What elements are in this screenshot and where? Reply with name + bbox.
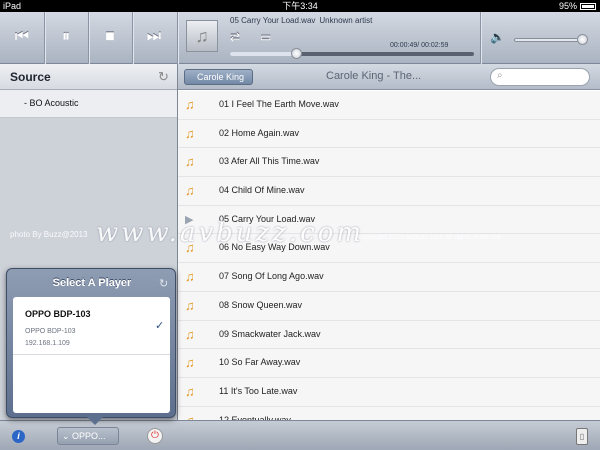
- back-button[interactable]: Carole King: [184, 69, 254, 85]
- source-item-bo-acoustic[interactable]: - BO Acoustic: [0, 90, 177, 118]
- source-header: Source ↻: [0, 64, 177, 90]
- clock: 下午3:34: [282, 1, 318, 11]
- battery-status: 95%: [559, 0, 596, 12]
- shuffle-icon[interactable]: ⇄: [230, 30, 240, 44]
- volume-knob[interactable]: [577, 34, 589, 45]
- popover-arrow: [87, 417, 103, 425]
- progress-knob[interactable]: [290, 48, 302, 59]
- track-row[interactable]: ♫ 10 So Far Away.wav: [178, 349, 600, 378]
- stop-icon[interactable]: ■: [99, 26, 121, 48]
- track-title: 07 Song Of Long Ago.wav: [219, 271, 324, 282]
- select-player-popover: Select A Player ↻ OPPO BDP-103 OPPO BDP-…: [6, 268, 176, 425]
- music-note-icon: ♫: [185, 383, 195, 399]
- track-row[interactable]: ♫ 02 Home Again.wav: [178, 119, 600, 149]
- now-playing-artist: Unknown artist: [319, 16, 373, 25]
- music-note-icon: ♫: [185, 97, 195, 112]
- repeat-icon[interactable]: ▭: [260, 30, 271, 44]
- speaker-icon: 🔉: [490, 30, 505, 44]
- track-title: 03 Afer All This Time.wav: [219, 156, 320, 167]
- now-playing-title: 05 Carry Your Load.wav: [230, 16, 316, 25]
- refresh-icon[interactable]: ↻: [159, 277, 168, 290]
- track-title: 06 No Easy Way Down.wav: [219, 242, 330, 253]
- player-name: OPPO BDP-103: [25, 309, 91, 319]
- source-item-label: - BO Acoustic: [24, 98, 79, 108]
- track-row[interactable]: ▶ 05 Carry Your Load.wav: [178, 205, 600, 235]
- track-title: 10 So Far Away.wav: [219, 357, 301, 368]
- search-input[interactable]: ⌕: [490, 68, 590, 86]
- skip-forward-icon[interactable]: ⏭: [143, 26, 165, 48]
- nav-bar: Carole King Carole King - The... ⌕: [178, 64, 600, 90]
- playback-toolbar: ⏮ ⏸ ■ ⏭ ♫ 05 Carry Your Load.wav Unknown …: [0, 12, 600, 64]
- track-row[interactable]: ♫12 Eventually.wav: [178, 406, 600, 420]
- player-select-label: OPPO...: [72, 431, 106, 441]
- player-model: OPPO BDP-103: [25, 328, 76, 335]
- track-title: 11 It's Too Late.wav: [219, 385, 298, 396]
- track-row[interactable]: ♫ 04 Child Of Mine.wav: [178, 177, 600, 206]
- popover-title: Select A Player: [52, 277, 132, 289]
- track-browser: Carole King Carole King - The... ⌕ ♫ 01 I…: [178, 64, 600, 420]
- track-title: 01 I Feel The Earth Move.wav: [219, 99, 339, 109]
- player-list: OPPO BDP-103 OPPO BDP-103 192.168.1.109 …: [13, 297, 170, 413]
- music-note-icon: ♫: [185, 125, 195, 141]
- source-title: Source: [10, 70, 51, 84]
- track-title: 04 Child Of Mine.wav: [219, 185, 305, 196]
- battery-percent: 95%: [558, 1, 577, 11]
- track-title: 02 Home Again.wav: [219, 127, 300, 138]
- track-row[interactable]: ♫ 07 Song Of Long Ago.wav: [178, 263, 600, 292]
- player-ip: 192.168.1.109: [25, 340, 70, 347]
- track-title: 09 Smackwater Jack.wav: [219, 328, 321, 339]
- now-playing-info: 05 Carry Your Load.wav Unknown artist: [230, 16, 372, 25]
- player-item[interactable]: OPPO BDP-103 OPPO BDP-103 192.168.1.109 …: [13, 297, 170, 355]
- now-playing-icon: ▶: [185, 213, 194, 226]
- volume-slider[interactable]: [514, 34, 589, 45]
- track-row[interactable]: ♫ 06 No Easy Way Down.wav: [178, 234, 600, 264]
- battery-icon: [580, 2, 596, 10]
- music-note-icon: ♫: [185, 183, 195, 199]
- music-note-icon: ♫: [185, 326, 195, 342]
- progress-slider[interactable]: [230, 48, 474, 59]
- music-note-icon: ♫: [185, 269, 195, 285]
- album-title: Carole King - The...: [326, 70, 422, 82]
- refresh-icon[interactable]: ↻: [158, 69, 169, 85]
- status-bar: iPad 下午3:34 95%: [0, 0, 600, 12]
- music-note-icon: ♫: [185, 297, 195, 313]
- track-row[interactable]: ♫ 09 Smackwater Jack.wav: [178, 320, 600, 350]
- music-note-icon: ♫: [185, 240, 195, 256]
- playback-time: 00:00:49/ 00:02:59: [390, 42, 449, 49]
- track-row[interactable]: ♫ 01 I Feel The Earth Move.wav: [178, 91, 600, 120]
- player-select-button[interactable]: ⌄ OPPO...: [57, 427, 119, 445]
- track-title: 08 Snow Queen.wav: [219, 299, 303, 310]
- track-list: ♫ 01 I Feel The Earth Move.wav ♫ 02 Home Ag…: [178, 91, 600, 420]
- album-art: ♫: [186, 20, 218, 52]
- pause-icon[interactable]: ⏸: [55, 26, 77, 48]
- music-note-icon: ♫: [185, 154, 195, 170]
- checkmark-icon: ✓: [155, 320, 165, 332]
- music-note-icon: ♫: [185, 355, 195, 371]
- skip-back-icon[interactable]: ⏮: [11, 26, 33, 48]
- info-icon[interactable]: i: [12, 430, 25, 443]
- remote-icon[interactable]: ▯: [576, 428, 588, 445]
- power-icon[interactable]: ⏻: [147, 428, 163, 444]
- track-row[interactable]: ♫ 11 It's Too Late.wav: [178, 377, 600, 407]
- music-note-icon: ♫: [185, 413, 195, 420]
- track-title: 05 Carry Your Load.wav: [219, 213, 316, 224]
- track-row[interactable]: ♫ 03 Afer All This Time.wav: [178, 148, 600, 178]
- music-note-icon: ♫: [195, 26, 209, 46]
- track-row[interactable]: ♫ 08 Snow Queen.wav: [178, 291, 600, 321]
- search-icon: ⌕: [497, 70, 503, 81]
